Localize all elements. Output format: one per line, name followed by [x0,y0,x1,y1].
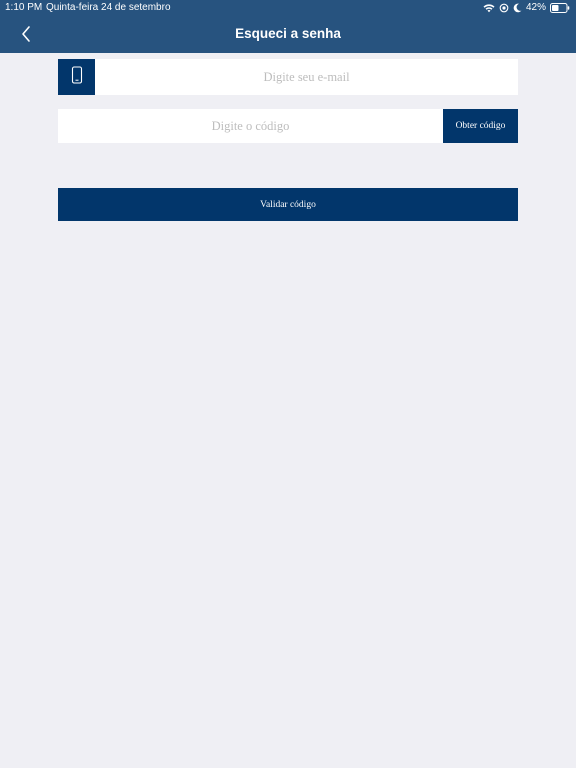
battery-icon [550,3,570,13]
status-time: 1:10 PM [5,2,43,13]
validate-code-button[interactable]: Validar código [58,188,518,221]
page-title: Esqueci a senha [235,26,341,41]
status-date: Quinta-feira 24 de setembro [46,2,171,13]
email-input[interactable] [95,59,518,95]
get-code-button[interactable]: Obter código [443,109,518,143]
phone-icon [71,65,83,89]
status-indicators: 42% [483,0,570,16]
battery-percent: 42% [525,2,546,13]
moon-icon [513,3,522,13]
email-icon-box [58,59,95,95]
status-bar: 1:10 PM Quinta-feira 24 de setembro 42% [0,0,576,16]
email-field-row [58,59,518,95]
code-input[interactable] [58,109,443,143]
wifi-icon [483,3,495,13]
location-lock-icon [499,3,509,13]
app-header: 1:10 PM Quinta-feira 24 de setembro 42% … [0,0,576,53]
